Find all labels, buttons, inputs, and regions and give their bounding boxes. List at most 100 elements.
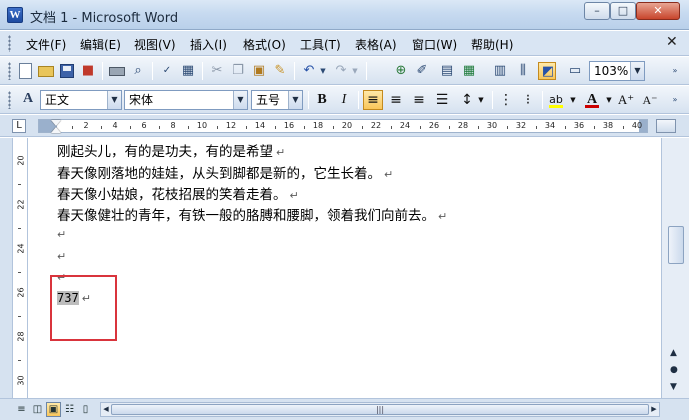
paragraph-mark: ↵ <box>384 168 394 181</box>
ruler-minor-tick <box>71 126 73 129</box>
zoom-select[interactable]: 103% ▼ <box>589 61 645 81</box>
insert-excel-icon[interactable]: ▦ <box>460 62 478 80</box>
justify-button[interactable]: ☰ <box>432 90 452 110</box>
close-button[interactable]: ✕ <box>636 2 680 20</box>
grow-font-button[interactable]: A⁺ <box>616 90 636 110</box>
toolbar-grip-handle[interactable] <box>8 62 11 80</box>
document-line[interactable]: 刚起头儿，有的是功夫，有的是希望 ↵ <box>57 140 285 160</box>
chevron-down-icon[interactable]: ▼ <box>107 91 121 109</box>
font-select[interactable]: 宋体 ▼ <box>124 90 248 110</box>
outline-view-icon[interactable]: ☷ <box>62 402 77 417</box>
vertical-scroll-thumb[interactable] <box>668 226 684 264</box>
formatting-toolbar: A 正文 ▼ 宋体 ▼ 五号 ▼ B I ≡ ≡ ≡ ☰ ↕ ▼ ⋮ ⁝ ab … <box>0 86 689 114</box>
drawing-icon[interactable]: ⫼ <box>514 62 532 80</box>
font-color-button[interactable]: A <box>582 90 602 110</box>
line-spacing-button[interactable]: ↕ <box>457 90 477 110</box>
tab-selector[interactable]: L <box>12 119 26 133</box>
horizontal-ruler[interactable]: 2 4 6 8 10 12 14 16 18 20 22 24 26 28 30 32 34 36 38 40 <box>38 119 648 133</box>
highlight-dropdown-icon[interactable]: ▼ <box>568 90 578 110</box>
hyperlink-icon[interactable]: ⊕ <box>392 62 410 80</box>
undo-dropdown-icon[interactable]: ▼ <box>318 62 328 80</box>
document-line[interactable]: 春天像健壮的青年，有铁一般的胳膊和腰脚，领着我们向前去。 ↵ <box>57 204 447 224</box>
document-map-icon[interactable]: ◩ <box>538 62 556 80</box>
menu-file[interactable]: 文件(F) <box>26 36 66 53</box>
horizontal-scrollbar[interactable]: ◀ ||| ▶ <box>100 402 660 417</box>
chevron-down-icon[interactable]: ▼ <box>233 91 247 109</box>
chevron-down-icon[interactable]: ▼ <box>288 91 302 109</box>
normal-view-icon[interactable]: ≡ <box>14 402 29 417</box>
print-preview-icon[interactable]: ⌕ <box>129 62 147 80</box>
indent-marker-icon[interactable] <box>50 120 62 134</box>
new-document-icon[interactable] <box>16 62 34 80</box>
web-layout-view-icon[interactable]: ◫ <box>30 402 45 417</box>
vertical-scrollbar[interactable]: ▲ ● ▼ <box>661 138 689 398</box>
styles-formatting-icon[interactable]: A <box>18 91 38 109</box>
bullets-button[interactable]: ⁝ <box>518 90 538 110</box>
vertical-ruler-tick-label: 20 <box>16 155 26 166</box>
previous-page-icon[interactable]: ▲ <box>670 348 677 358</box>
next-page-icon[interactable]: ▼ <box>670 382 677 392</box>
menu-format[interactable]: 格式(O) <box>243 36 286 53</box>
align-left-button[interactable]: ≡ <box>363 90 383 110</box>
align-right-button[interactable]: ≡ <box>409 90 429 110</box>
permission-icon[interactable]: ■ <box>79 62 97 80</box>
toolbar-grip-handle[interactable] <box>8 91 11 109</box>
menu-view[interactable]: 视图(V) <box>134 36 176 53</box>
italic-button[interactable]: I <box>334 90 354 110</box>
open-folder-icon[interactable] <box>37 62 55 80</box>
vertical-ruler[interactable]: 20 22 24 26 28 30 <box>12 138 28 405</box>
align-center-button[interactable]: ≡ <box>386 90 406 110</box>
close-document-icon[interactable]: ✕ <box>666 34 678 50</box>
chevron-down-icon[interactable]: ▼ <box>630 62 644 80</box>
copy-icon[interactable]: ❐ <box>229 62 247 80</box>
menu-help[interactable]: 帮助(H) <box>471 36 513 53</box>
toolbar-options-icon[interactable]: » <box>666 91 684 109</box>
reading-view-icon[interactable]: ▯ <box>78 402 93 417</box>
insert-table-icon[interactable]: ▤ <box>438 62 456 80</box>
font-value: 宋体 <box>129 93 154 107</box>
scroll-left-icon[interactable]: ◀ <box>101 404 111 415</box>
columns-icon[interactable]: ▥ <box>491 62 509 80</box>
menu-edit[interactable]: 编辑(E) <box>80 36 121 53</box>
paste-icon[interactable]: ▣ <box>250 62 268 80</box>
menu-table[interactable]: 表格(A) <box>355 36 397 53</box>
cut-icon[interactable]: ✂ <box>208 62 226 80</box>
word-app-icon[interactable]: W <box>7 7 23 23</box>
ruler-toggle-button[interactable] <box>656 119 676 133</box>
ruler-minor-tick <box>419 126 421 129</box>
font-color-dropdown-icon[interactable]: ▼ <box>604 90 614 110</box>
spelling-icon[interactable]: ✓ <box>158 62 176 80</box>
menu-tools[interactable]: 工具(T) <box>300 36 341 53</box>
bold-button[interactable]: B <box>312 90 332 110</box>
print-icon[interactable] <box>108 62 126 80</box>
line-spacing-dropdown-icon[interactable]: ▼ <box>476 90 486 110</box>
format-painter-icon[interactable]: ✎ <box>271 62 289 80</box>
read-mode-icon[interactable]: ▭ <box>566 62 584 80</box>
menu-window[interactable]: 窗口(W) <box>412 36 457 53</box>
toolbar-options-icon[interactable]: » <box>666 62 684 80</box>
research-icon[interactable]: ▦ <box>179 62 197 80</box>
document-line[interactable]: ↵ <box>57 248 66 264</box>
minimize-button[interactable]: – <box>584 2 610 20</box>
scroll-right-icon[interactable]: ▶ <box>649 404 659 415</box>
undo-icon[interactable]: ↶ <box>300 62 318 80</box>
horizontal-scroll-thumb[interactable]: ||| <box>111 404 649 415</box>
save-disk-icon[interactable] <box>58 62 76 80</box>
highlight-button[interactable]: ab <box>546 90 566 110</box>
menu-insert[interactable]: 插入(I) <box>190 36 227 53</box>
document-line[interactable]: ↵ <box>57 226 66 242</box>
document-line[interactable]: 春天像刚落地的娃娃，从头到脚都是新的，它生长着。 ↵ <box>57 162 393 182</box>
print-layout-view-icon[interactable]: ▣ <box>46 402 61 417</box>
tables-borders-icon[interactable]: ✐ <box>413 62 431 80</box>
numbering-button[interactable]: ⋮ <box>496 90 516 110</box>
style-select[interactable]: 正文 ▼ <box>40 90 122 110</box>
maximize-button[interactable]: □ <box>610 2 636 20</box>
shrink-font-button[interactable]: A⁻ <box>640 90 660 110</box>
select-browse-object-icon[interactable]: ● <box>670 365 678 375</box>
redo-icon[interactable]: ↷ <box>332 62 350 80</box>
document-page[interactable]: 刚起头儿，有的是功夫，有的是希望 ↵ 春天像刚落地的娃娃，从头到脚都是新的，它生长… <box>29 138 661 398</box>
menu-grip-handle[interactable] <box>8 35 11 52</box>
redo-dropdown-icon[interactable]: ▼ <box>350 62 360 80</box>
document-line[interactable]: 春天像小姑娘，花枝招展的笑着走着。 ↵ <box>57 183 299 203</box>
font-size-select[interactable]: 五号 ▼ <box>251 90 303 110</box>
